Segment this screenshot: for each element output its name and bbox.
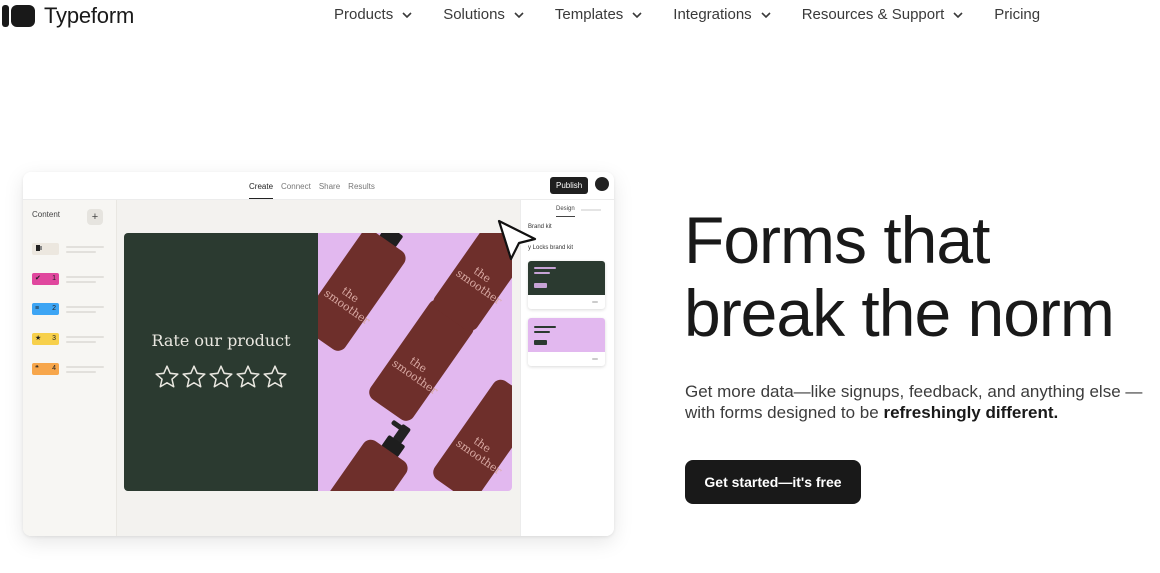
sidebar-title: Content bbox=[32, 210, 61, 219]
star-icon: ★ 3 bbox=[32, 333, 59, 345]
star-outline-icon bbox=[209, 365, 233, 388]
question-item: ≡ 2 bbox=[32, 303, 107, 315]
nav-resources-support[interactable]: Resources & Support bbox=[802, 6, 964, 23]
mockup-tab-create: Create bbox=[249, 182, 274, 199]
card-question-panel: Rate our product bbox=[124, 233, 318, 491]
product-mockup: Create Connect Share Results Publish Con… bbox=[23, 172, 614, 536]
nav-integrations[interactable]: Integrations bbox=[673, 6, 771, 23]
question-item bbox=[32, 243, 107, 255]
question-text: Rate our product bbox=[151, 331, 291, 350]
cursor-icon bbox=[497, 219, 537, 265]
rating-stars bbox=[154, 364, 288, 390]
chevron-down-icon bbox=[953, 11, 963, 18]
nav-solutions[interactable]: Solutions bbox=[443, 6, 524, 23]
typeform-logo[interactable]: Typeform bbox=[2, 3, 134, 29]
design-tab: Design bbox=[556, 206, 575, 217]
nav-label: Resources & Support bbox=[801, 6, 945, 23]
quote-icon: ❝ 4 bbox=[32, 363, 59, 375]
mockup-publish-button: Publish bbox=[550, 177, 589, 194]
question-item: ★ 3 bbox=[32, 333, 107, 345]
nav-templates[interactable]: Templates bbox=[555, 6, 642, 23]
question-card: Rate our product the smoother the smooth… bbox=[124, 233, 512, 491]
theme-card bbox=[528, 261, 605, 309]
question-item: ❝ 4 bbox=[32, 363, 107, 375]
chevron-down-icon bbox=[402, 11, 412, 18]
headline-line-2: break the norm bbox=[684, 276, 1115, 350]
typeform-logo-icon bbox=[2, 5, 35, 27]
hero-headline: Forms that break the norm bbox=[684, 203, 1115, 350]
bottle-image: the smoother bbox=[318, 412, 428, 491]
nav-label: Integrations bbox=[673, 6, 752, 23]
avatar bbox=[595, 177, 609, 191]
mockup-topbar: Create Connect Share Results Publish bbox=[23, 172, 614, 200]
headline-line-1: Forms that bbox=[684, 203, 990, 277]
hero-subtext: Get more data—like signups, feedback, an… bbox=[685, 381, 1155, 423]
star-outline-icon bbox=[263, 365, 287, 388]
theme-card bbox=[528, 318, 605, 366]
mockup-tabs: Create Connect Share Results bbox=[249, 182, 375, 199]
brand-name: Typeform bbox=[44, 3, 135, 28]
check-icon: ✔ 1 bbox=[32, 273, 59, 285]
nav-pricing[interactable]: Pricing bbox=[994, 6, 1040, 23]
nav-label: Solutions bbox=[443, 6, 505, 23]
mockup-tab-results: Results bbox=[348, 182, 375, 191]
subtext-emphasis: refreshingly different. bbox=[883, 403, 1059, 422]
nav-label: Products bbox=[334, 6, 394, 23]
card-product-image: the smoother the smoother the smoother t… bbox=[318, 233, 512, 491]
text-icon: ≡ 2 bbox=[32, 303, 59, 315]
mockup-canvas: Rate our product the smoother the smooth… bbox=[117, 200, 520, 536]
star-outline-icon bbox=[236, 365, 260, 388]
question-item: ✔ 1 bbox=[32, 273, 107, 285]
mockup-tab-share: Share bbox=[318, 182, 341, 191]
nav-products[interactable]: Products bbox=[334, 6, 412, 23]
chevron-down-icon bbox=[632, 11, 642, 18]
nav-label: Pricing bbox=[994, 6, 1041, 23]
main-nav: Products Solutions Templates Integration… bbox=[334, 6, 1071, 23]
add-question-button: + bbox=[87, 209, 103, 225]
statement-icon bbox=[32, 243, 59, 255]
mockup-sidebar: Content + ✔ 1 ≡ 2 ★ 3 ❝ 4 bbox=[23, 200, 117, 536]
chevron-down-icon bbox=[761, 11, 771, 18]
get-started-button[interactable]: Get started—it's free bbox=[685, 460, 861, 504]
nav-label: Templates bbox=[554, 6, 624, 23]
star-outline-icon bbox=[155, 365, 179, 388]
mockup-tab-connect: Connect bbox=[281, 182, 311, 191]
star-outline-icon bbox=[182, 365, 206, 388]
chevron-down-icon bbox=[514, 11, 524, 18]
